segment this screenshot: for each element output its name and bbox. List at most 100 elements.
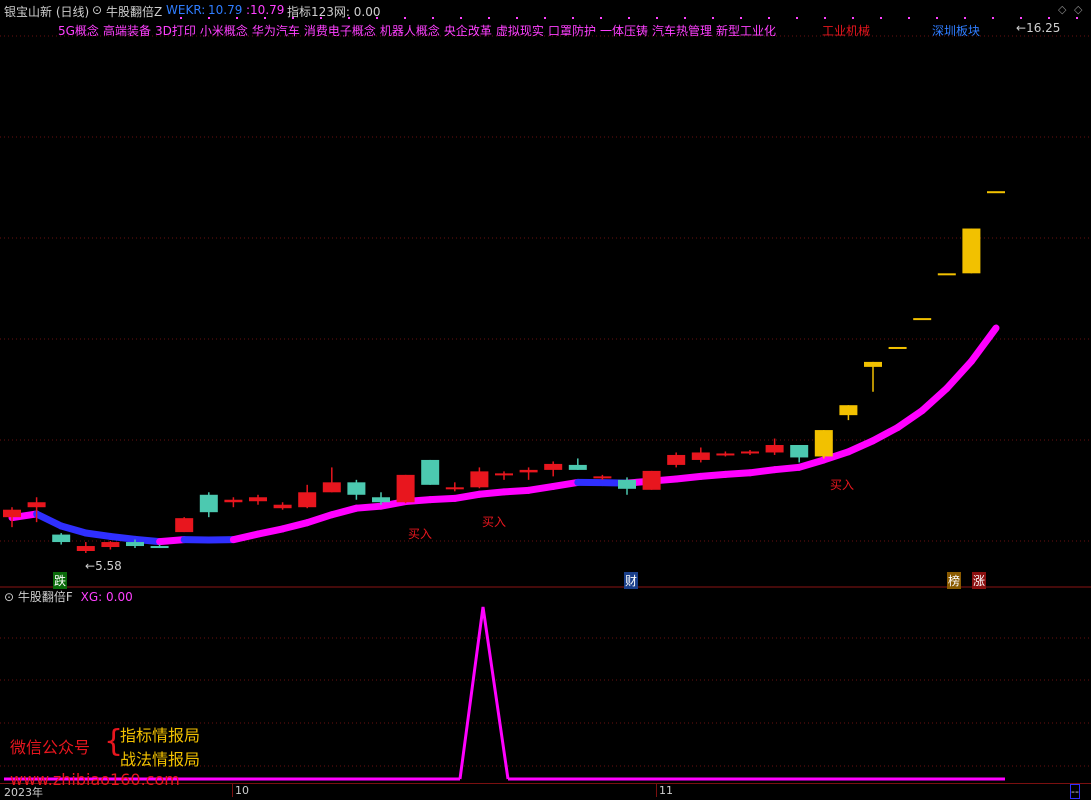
dot-mark — [432, 17, 434, 19]
ma-segment — [873, 428, 898, 441]
arrow-left-icon: ← — [85, 559, 95, 573]
axis-month-10: 10 — [232, 784, 249, 797]
dot-mark — [516, 17, 518, 19]
dot-mark — [460, 17, 462, 19]
watermark-line1: 指标情报局 — [120, 722, 200, 746]
sub-panel-header: ⊙ 牛股翻倍F XG: 0.00 — [4, 588, 133, 605]
dot-mark — [796, 17, 798, 19]
candle-body — [815, 430, 833, 456]
candle-body — [175, 518, 193, 532]
ma-segment — [676, 476, 701, 479]
ma-segment — [701, 474, 726, 476]
ma-segment — [750, 470, 775, 473]
ma-segment — [283, 523, 308, 529]
cai-badge[interactable]: 财 — [624, 572, 638, 589]
dot-mark — [404, 17, 406, 19]
chart-canvas — [0, 0, 1091, 797]
ma-line — [12, 328, 996, 542]
candle-body — [618, 480, 636, 489]
buy-label-3: 买入 — [830, 476, 854, 493]
xg-value: 0.00 — [106, 590, 133, 604]
ma-segment — [356, 506, 381, 508]
dot-mark — [740, 17, 742, 19]
zhang-badge[interactable]: 涨 — [972, 572, 986, 589]
watermark-line2: 战法情报局 — [120, 746, 200, 770]
dot-mark — [208, 17, 210, 19]
ma-segment — [37, 514, 62, 526]
candle-body — [962, 229, 980, 274]
dot-mark — [656, 17, 658, 19]
ma-segment — [898, 411, 923, 428]
candle-body — [766, 445, 784, 452]
dot-mark — [936, 17, 938, 19]
bang-badge[interactable]: 榜 — [947, 572, 961, 589]
dot-mark — [572, 17, 574, 19]
dot-mark — [376, 17, 378, 19]
ma-segment — [529, 486, 554, 490]
ma-segment — [233, 534, 258, 540]
ma-segment — [110, 536, 135, 539]
ma-segment — [725, 473, 750, 475]
candle-body — [77, 546, 95, 551]
watermark-url: www.zhibiao160.com — [10, 770, 180, 789]
dot-mark — [180, 17, 182, 19]
candle-body — [28, 502, 46, 507]
dot-mark — [852, 17, 854, 19]
candle-body — [3, 510, 21, 517]
ma-segment — [430, 498, 455, 499]
collapse-icon[interactable]: ⊙ — [4, 590, 14, 604]
ma-segment — [160, 540, 185, 542]
candle-body — [790, 445, 808, 457]
wechat-label: 微信公众号 — [10, 734, 90, 758]
ma-segment — [258, 529, 283, 534]
dot-mark — [544, 17, 546, 19]
dot-mark — [348, 17, 350, 19]
xg-spike — [460, 607, 508, 779]
candle-body — [298, 492, 316, 507]
candle-body — [52, 535, 70, 542]
ma-segment — [775, 467, 800, 469]
candle-body — [741, 451, 759, 453]
candle-body — [347, 482, 365, 494]
candle-body — [224, 500, 242, 502]
dot-mark — [684, 17, 686, 19]
candle-body — [643, 471, 661, 490]
candle-body — [249, 497, 267, 501]
dot-mark — [992, 17, 994, 19]
buy-label-2: 买入 — [482, 513, 506, 530]
ma-segment — [307, 515, 332, 523]
dot-mark — [1020, 17, 1022, 19]
candle-body — [101, 542, 119, 547]
ma-segment — [504, 490, 529, 492]
candle-body — [692, 452, 710, 459]
dot-mark — [712, 17, 714, 19]
candle-body — [470, 471, 488, 487]
ma-segment — [479, 492, 504, 494]
dot-mark — [1048, 17, 1050, 19]
dot-mark — [264, 17, 266, 19]
dot-mark — [320, 17, 322, 19]
dot-mark — [600, 17, 602, 19]
xg-label: XG: — [81, 590, 103, 604]
candle-body — [323, 482, 341, 492]
candle-body — [421, 460, 439, 485]
candle-body — [987, 191, 1005, 193]
candle-body — [569, 465, 587, 470]
dot-mark — [964, 17, 966, 19]
sub-indicator-name[interactable]: 牛股翻倍F — [18, 590, 73, 604]
dot-mark — [488, 17, 490, 19]
die-badge[interactable]: 跌 — [53, 572, 67, 589]
candle-body — [397, 475, 415, 502]
candle-body — [938, 273, 956, 275]
candles — [3, 191, 1005, 553]
candle-body — [544, 464, 562, 470]
ma-segment — [135, 539, 160, 541]
candle-body — [864, 362, 882, 367]
candle-body — [913, 318, 931, 320]
buy-label-1: 买入 — [408, 525, 432, 542]
candle-body — [593, 476, 611, 478]
dot-mark — [768, 17, 770, 19]
candle-body — [200, 495, 218, 512]
candle-body — [126, 542, 144, 546]
grid-lines — [0, 17, 1091, 766]
